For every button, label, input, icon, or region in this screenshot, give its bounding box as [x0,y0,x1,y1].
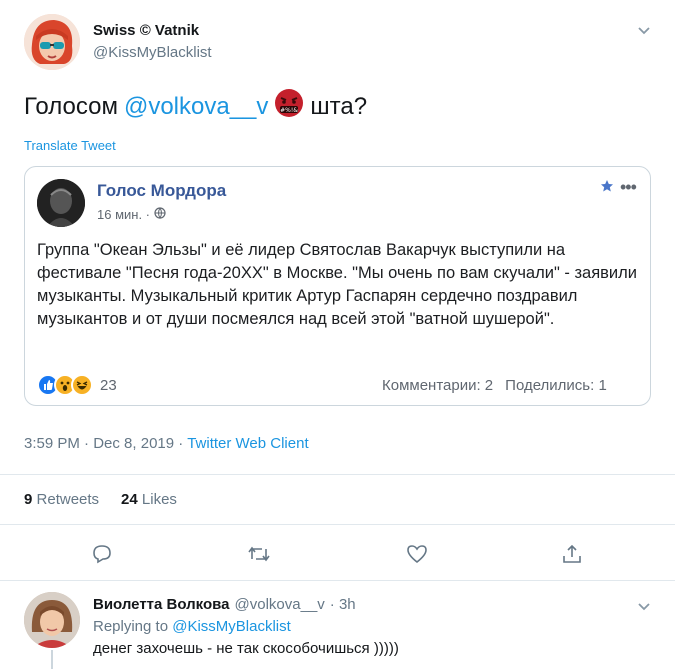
page-avatar[interactable] [37,179,85,227]
shares-count[interactable]: Поделились: 1 [505,377,607,394]
thread-line [51,650,53,669]
chevron-down-icon[interactable] [636,598,652,619]
angry-face-with-symbols-icon: #%!& [274,88,304,125]
post-time-label: 16 мин. · [97,207,151,222]
globe-icon [154,207,166,222]
meta-separator: · [178,435,184,452]
engagement-counts: 9 Retweets 24 Likes [24,491,177,508]
retweets-count: 9 [24,491,33,508]
tweet-client-link[interactable]: Twitter Web Client [187,435,308,452]
author-avatar[interactable] [24,14,80,70]
svg-text:#%!&: #%!& [280,107,298,114]
reply-author-avatar[interactable] [24,592,80,648]
translate-tweet-link[interactable]: Translate Tweet [24,138,116,153]
post-stats: Комментарии: 2 Поделились: 1 [382,377,607,394]
replying-to: Replying to @KissMyBlacklist [93,618,291,635]
haha-icon [71,374,93,396]
quoted-post-card[interactable]: Голос Мордора 16 мин. · ••• Группа "Океа… [24,166,651,406]
tweet-date[interactable]: Dec 8, 2019 [93,435,174,452]
divider [0,524,675,525]
author-name[interactable]: Swiss © Vatnik [93,22,199,39]
replying-to-link[interactable]: @KissMyBlacklist [172,618,291,635]
reactions-summary[interactable]: 23 [37,374,117,396]
replying-label: Replying to [93,618,169,635]
reactions-count: 23 [100,376,117,394]
more-options-icon[interactable]: ••• [620,177,637,198]
reply-author-handle[interactable]: @volkova__v [235,596,325,613]
retweets-label: Retweets [36,491,100,508]
retweet-icon[interactable] [245,540,273,568]
meta-separator: · [84,435,90,452]
page-name[interactable]: Голос Мордора [97,181,226,201]
tweet-text: Голосом @volkova__v #%!& шта? [24,88,367,125]
post-body: Группа "Океан Эльзы" и её лидер Святосла… [37,241,637,328]
star-icon[interactable] [600,179,614,198]
retweets-stat[interactable]: 9 Retweets [24,491,99,508]
author-handle[interactable]: @KissMyBlacklist [93,44,212,61]
share-icon[interactable] [558,540,586,568]
tweet-mention-link[interactable]: @volkova__v [124,93,268,121]
like-icon[interactable] [403,540,431,568]
post-time: 16 мин. · [97,207,166,222]
tweet-meta: 3:59 PM · Dec 8, 2019 · Twitter Web Clie… [24,435,309,452]
reply-header: Виолетта Волкова @volkova__v · 3h [93,596,356,613]
likes-stat[interactable]: 24 Likes [121,491,177,508]
chevron-down-icon[interactable] [636,22,652,43]
comments-count[interactable]: Комментарии: 2 [382,377,493,394]
divider [0,474,675,475]
divider [0,580,675,581]
likes-count: 24 [121,491,138,508]
reply-author-name[interactable]: Виолетта Волкова [93,596,230,613]
tweet-text-start: Голосом [24,92,118,120]
reply-icon[interactable] [88,540,116,568]
reply-text: денег захочешь - не так скособочишься ))… [93,640,399,657]
reply-time[interactable]: · 3h [330,596,356,613]
tweet-text-end: шта? [310,92,368,120]
tweet-time[interactable]: 3:59 PM [24,435,80,452]
likes-label: Likes [141,491,177,508]
